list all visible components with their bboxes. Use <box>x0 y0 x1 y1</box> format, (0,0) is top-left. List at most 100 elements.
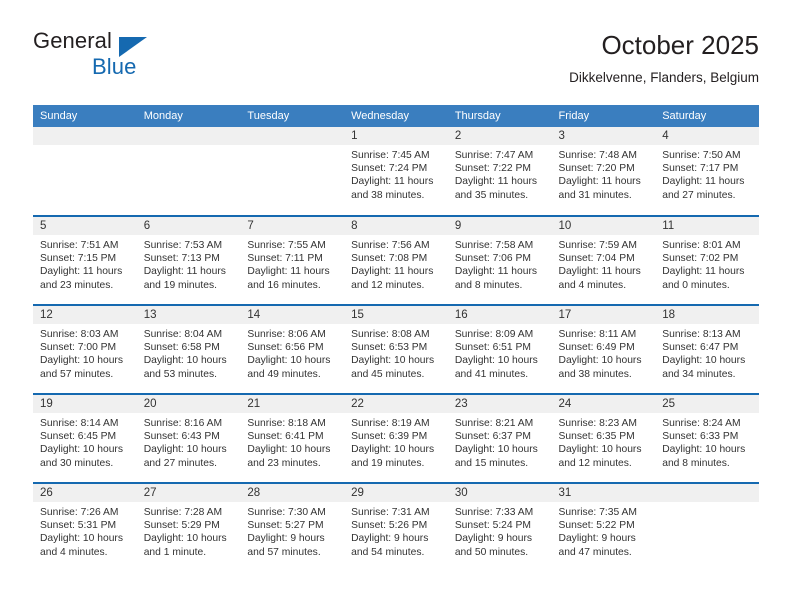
weekday-header-tuesday: Tuesday <box>240 105 345 127</box>
calendar-day-cell[interactable]: 17 Sunrise: 8:11 AM Sunset: 6:49 PM Dayligh… <box>551 304 656 394</box>
day-number: 11 <box>655 217 759 235</box>
calendar-day-cell[interactable]: 3 Sunrise: 7:48 AM Sunset: 7:20 PM Daylight… <box>551 127 656 216</box>
day-info-line: Sunset: 7:02 PM <box>662 253 739 265</box>
day-info-line: Daylight: 11 hours <box>454 266 538 278</box>
day-number <box>136 127 241 145</box>
calendar-day-cell[interactable]: 20 Sunrise: 8:16 AM Sunset: 6:43 PM Dayligh… <box>136 393 241 483</box>
day-info-line: Sunrise: 7:58 AM <box>454 240 534 251</box>
day-number: 25 <box>655 395 759 413</box>
day-info-line: Daylight: 11 hours <box>40 266 123 278</box>
calendar-day-cell[interactable]: 25 Sunrise: 8:24 AM Sunset: 6:33 PM Dayligh… <box>655 393 759 483</box>
day-info-line: and 49 minutes. <box>247 368 321 380</box>
day-info-line: Daylight: 9 hours <box>351 533 429 545</box>
calendar-day-cell[interactable]: 27 Sunrise: 7:28 AM Sunset: 5:29 PM Dayligh… <box>136 482 241 572</box>
calendar-day-cell[interactable]: 22 Sunrise: 8:19 AM Sunset: 6:39 PM Dayligh… <box>344 393 448 483</box>
day-info-line: Sunrise: 8:14 AM <box>40 418 119 429</box>
day-info-line: Daylight: 11 hours <box>351 176 434 188</box>
calendar-day-cell[interactable]: 16 Sunrise: 8:09 AM Sunset: 6:51 PM Dayligh… <box>447 304 552 394</box>
day-sun-info: Sunrise: 8:09 AM Sunset: 6:51 PM Daylight:… <box>448 324 552 381</box>
day-info-line: Sunset: 6:35 PM <box>558 431 635 443</box>
calendar-day-cell[interactable]: 28 Sunrise: 7:30 AM Sunset: 5:27 PM Dayligh… <box>240 482 345 572</box>
day-number: 12 <box>33 306 137 324</box>
calendar-day-cell[interactable]: 23 Sunrise: 8:21 AM Sunset: 6:37 PM Dayligh… <box>447 393 552 483</box>
day-info-line: Sunset: 6:43 PM <box>143 431 220 443</box>
calendar-day-cell[interactable]: 5 Sunrise: 7:51 AM Sunset: 7:15 PM Daylight… <box>33 215 137 305</box>
day-number <box>240 127 345 145</box>
calendar-day-cell[interactable]: 4 Sunrise: 7:50 AM Sunset: 7:17 PM Daylight… <box>655 127 759 216</box>
day-info-line: Daylight: 11 hours <box>558 266 641 278</box>
day-info-line: Sunset: 7:20 PM <box>558 163 635 175</box>
calendar-day-cell[interactable]: 21 Sunrise: 8:18 AM Sunset: 6:41 PM Dayligh… <box>240 393 345 483</box>
calendar-day-cell[interactable]: 30 Sunrise: 7:33 AM Sunset: 5:24 PM Dayligh… <box>447 482 552 572</box>
calendar-day-cell[interactable]: 2 Sunrise: 7:47 AM Sunset: 7:22 PM Daylight… <box>447 127 552 216</box>
calendar-day-cell[interactable]: 13 Sunrise: 8:04 AM Sunset: 6:58 PM Dayligh… <box>136 304 241 394</box>
calendar-day-cell[interactable]: 18 Sunrise: 8:13 AM Sunset: 6:47 PM Dayligh… <box>655 304 759 394</box>
day-info-line: Sunset: 6:58 PM <box>143 342 220 354</box>
day-sun-info: Sunrise: 8:03 AM Sunset: 7:00 PM Daylight:… <box>33 324 137 381</box>
day-sun-info: Sunrise: 8:01 AM Sunset: 7:02 PM Daylight:… <box>655 235 759 292</box>
location-subtitle: Dikkelvenne, Flanders, Belgium <box>569 70 759 85</box>
day-sun-info: Sunrise: 7:28 AM Sunset: 5:29 PM Daylight:… <box>137 502 241 559</box>
day-number: 9 <box>447 217 552 235</box>
day-info-line: Daylight: 10 hours <box>247 355 331 367</box>
calendar-day-cell[interactable]: 8 Sunrise: 7:56 AM Sunset: 7:08 PM Daylight… <box>344 215 448 305</box>
day-info-line: Sunset: 6:37 PM <box>454 431 531 443</box>
day-number <box>655 484 759 502</box>
day-info-line: Daylight: 10 hours <box>247 444 331 456</box>
calendar-day-cell[interactable]: 31 Sunrise: 7:35 AM Sunset: 5:22 PM Dayligh… <box>551 482 656 572</box>
calendar-day-cell[interactable]: 1 Sunrise: 7:45 AM Sunset: 7:24 PM Daylight… <box>344 127 448 216</box>
day-info-line: Sunrise: 8:13 AM <box>662 329 741 340</box>
day-sun-info: Sunrise: 8:16 AM Sunset: 6:43 PM Daylight:… <box>137 413 241 470</box>
calendar-day-cell[interactable]: 7 Sunrise: 7:55 AM Sunset: 7:11 PM Daylight… <box>240 215 345 305</box>
calendar-day-cell[interactable]: 14 Sunrise: 8:06 AM Sunset: 6:56 PM Dayligh… <box>240 304 345 394</box>
calendar-day-cell[interactable]: 12 Sunrise: 8:03 AM Sunset: 7:00 PM Dayligh… <box>33 304 137 394</box>
day-info-line: Sunrise: 8:23 AM <box>558 418 637 429</box>
day-info-line: Daylight: 10 hours <box>143 533 227 545</box>
day-number: 15 <box>344 306 448 324</box>
day-info-line: Daylight: 10 hours <box>351 355 435 367</box>
day-info-line: and 57 minutes. <box>40 368 114 380</box>
calendar-day-cell[interactable]: 10 Sunrise: 7:59 AM Sunset: 7:04 PM Dayligh… <box>551 215 656 305</box>
calendar-header-row: Sunday Monday Tuesday Wednesday Thursday Frid… <box>33 105 759 127</box>
calendar-day-cell[interactable]: 9 Sunrise: 7:58 AM Sunset: 7:06 PM Daylight… <box>447 215 552 305</box>
day-info-line: and 45 minutes. <box>351 368 425 380</box>
day-info-line: and 19 minutes. <box>143 279 217 291</box>
day-info-line: Daylight: 9 hours <box>247 533 325 545</box>
day-info-line: and 8 minutes. <box>454 279 523 291</box>
calendar-day-cell[interactable]: 15 Sunrise: 8:08 AM Sunset: 6:53 PM Dayligh… <box>344 304 448 394</box>
calendar-week-row: 5 Sunrise: 7:51 AM Sunset: 7:15 PM Daylight… <box>33 215 759 305</box>
day-info-line: Sunset: 6:41 PM <box>247 431 324 443</box>
title-block: October 2025 Dikkelvenne, Flanders, Belg… <box>279 28 759 88</box>
day-info-line: Sunrise: 7:51 AM <box>40 240 119 251</box>
day-info-line: Sunrise: 7:56 AM <box>351 240 430 251</box>
day-info-line: Sunset: 7:22 PM <box>454 163 531 175</box>
calendar-day-cell[interactable]: 29 Sunrise: 7:31 AM Sunset: 5:26 PM Dayligh… <box>344 482 448 572</box>
calendar-day-cell[interactable]: 24 Sunrise: 8:23 AM Sunset: 6:35 PM Dayligh… <box>551 393 656 483</box>
day-info-line: Sunset: 5:31 PM <box>40 520 117 532</box>
day-number: 18 <box>655 306 759 324</box>
weekday-header-saturday: Saturday <box>655 105 759 127</box>
day-info-line: and 16 minutes. <box>247 279 321 291</box>
day-sun-info: Sunrise: 7:31 AM Sunset: 5:26 PM Daylight:… <box>344 502 448 559</box>
calendar-week-row: 19 Sunrise: 8:14 AM Sunset: 6:45 PM Dayligh… <box>33 393 759 483</box>
day-info-line: Daylight: 10 hours <box>143 444 227 456</box>
day-number: 7 <box>240 217 345 235</box>
day-info-line: Sunrise: 7:47 AM <box>454 150 534 161</box>
day-info-line: and 31 minutes. <box>558 189 632 201</box>
day-number: 29 <box>344 484 448 502</box>
calendar-day-cell[interactable]: 19 Sunrise: 8:14 AM Sunset: 6:45 PM Dayligh… <box>33 393 137 483</box>
day-info-line: and 54 minutes. <box>351 546 425 558</box>
day-info-line: and 4 minutes. <box>40 546 108 558</box>
day-sun-info: Sunrise: 8:11 AM Sunset: 6:49 PM Daylight:… <box>552 324 656 381</box>
day-info-line: Sunrise: 8:01 AM <box>662 240 741 251</box>
day-info-line: Sunset: 6:45 PM <box>40 431 117 443</box>
calendar-day-cell[interactable]: 11 Sunrise: 8:01 AM Sunset: 7:02 PM Dayligh… <box>655 215 759 305</box>
day-number: 6 <box>136 217 241 235</box>
day-info-line: and 30 minutes. <box>40 457 114 469</box>
day-info-line: Sunrise: 7:55 AM <box>247 240 326 251</box>
day-number <box>33 127 137 145</box>
calendar-day-cell[interactable]: 6 Sunrise: 7:53 AM Sunset: 7:13 PM Daylight… <box>136 215 241 305</box>
calendar-day-cell[interactable]: 26 Sunrise: 7:26 AM Sunset: 5:31 PM Dayligh… <box>33 482 137 572</box>
brand-logo[interactable]: General Blue <box>33 28 283 88</box>
day-number: 24 <box>551 395 656 413</box>
